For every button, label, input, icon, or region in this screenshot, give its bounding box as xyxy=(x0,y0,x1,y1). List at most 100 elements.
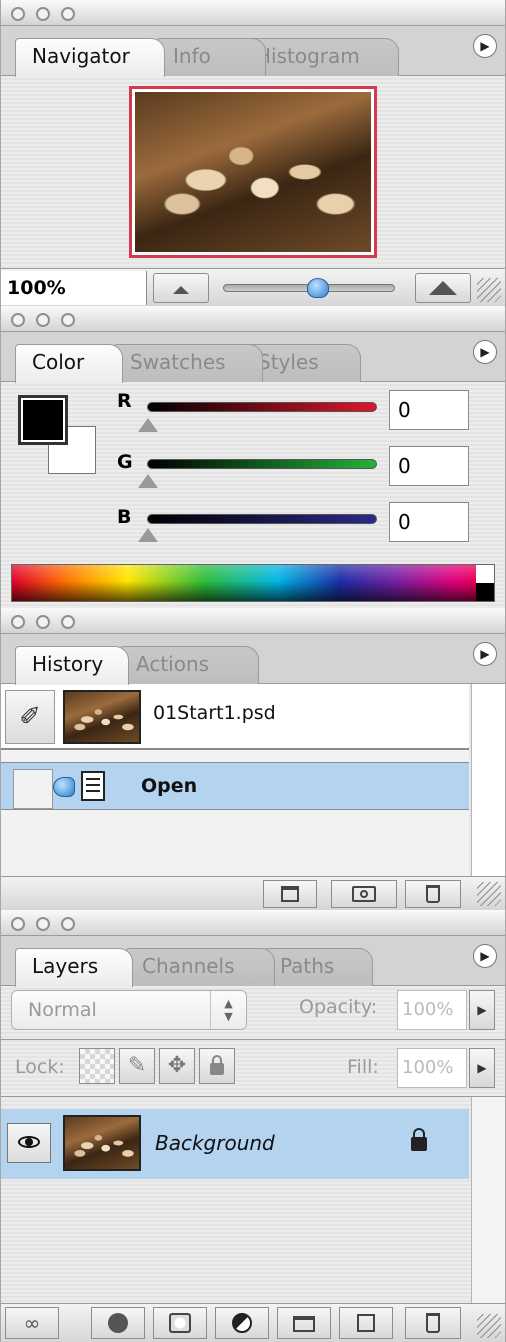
tab-layers[interactable]: Layers xyxy=(15,948,133,987)
new-document-icon xyxy=(281,886,299,902)
blue-slider-thumb[interactable] xyxy=(138,528,158,542)
snapshot-row[interactable]: ✐ 01Start1.psd xyxy=(1,684,469,750)
history-panel: Actions History ▶ ✐ 01Start1.psd Open xyxy=(0,608,506,910)
tab-color[interactable]: Color xyxy=(15,344,123,383)
trash-icon xyxy=(426,885,440,903)
camera-icon xyxy=(352,886,376,902)
zoom-window-button[interactable] xyxy=(61,313,75,327)
zoom-window-button[interactable] xyxy=(61,615,75,629)
tab-channels[interactable]: Channels xyxy=(125,948,275,986)
color-tab-bar: Styles Swatches Color xyxy=(1,332,505,383)
history-scrollbar[interactable] xyxy=(471,684,505,876)
navigator-tab-bar: Histogram Info Navigator xyxy=(1,26,505,77)
zoom-out-button[interactable] xyxy=(153,273,209,303)
snapshot-source-box[interactable]: ✐ xyxy=(5,690,55,744)
red-value-field[interactable]: 0 xyxy=(389,390,469,430)
lock-transparency-button[interactable] xyxy=(79,1048,115,1084)
add-mask-button[interactable] xyxy=(153,1307,207,1339)
opacity-field[interactable]: 100% xyxy=(397,990,467,1030)
red-slider[interactable] xyxy=(147,402,377,412)
history-state-row[interactable]: Open xyxy=(1,762,469,810)
resize-grip-icon[interactable] xyxy=(477,278,501,302)
fill-arrow-button[interactable]: ▶ xyxy=(469,1048,495,1088)
lock-position-button[interactable]: ✥ xyxy=(159,1048,195,1084)
blue-label: B xyxy=(117,506,132,528)
link-layers-button[interactable]: ∞ xyxy=(5,1307,59,1339)
tab-navigator[interactable]: Navigator xyxy=(15,38,165,77)
minimize-window-button[interactable] xyxy=(36,313,50,327)
tab-info[interactable]: Info xyxy=(156,38,266,76)
layers-list: Background xyxy=(1,1097,469,1303)
lock-label: Lock: xyxy=(15,1056,65,1078)
close-window-button[interactable] xyxy=(11,917,25,931)
green-slider-thumb[interactable] xyxy=(138,474,158,488)
tab-actions[interactable]: Actions xyxy=(119,646,259,684)
close-window-button[interactable] xyxy=(11,7,25,21)
spectrum-white-swatch[interactable] xyxy=(476,565,494,583)
tab-history[interactable]: History xyxy=(15,646,129,685)
navigator-zoom-bar: 100% xyxy=(1,268,505,306)
folder-icon xyxy=(293,1316,315,1332)
lock-image-button[interactable]: ✎ xyxy=(119,1048,155,1084)
close-window-button[interactable] xyxy=(11,615,25,629)
layers-titlebar[interactable] xyxy=(1,910,505,936)
tab-swatches[interactable]: Swatches xyxy=(113,344,263,382)
layer-style-icon xyxy=(108,1313,128,1333)
history-source-checkbox[interactable] xyxy=(13,769,53,809)
resize-grip-icon[interactable] xyxy=(477,882,501,906)
trash-icon xyxy=(426,1313,440,1333)
layers-scrollbar[interactable] xyxy=(471,1097,505,1303)
navigator-titlebar[interactable] xyxy=(1,0,505,26)
new-group-button[interactable] xyxy=(277,1307,331,1339)
minimize-window-button[interactable] xyxy=(36,615,50,629)
lock-all-button[interactable] xyxy=(199,1048,235,1084)
new-document-from-state-button[interactable] xyxy=(263,880,317,908)
new-adjustment-layer-button[interactable] xyxy=(215,1307,269,1339)
snapshot-name: 01Start1.psd xyxy=(153,702,276,724)
zoom-window-button[interactable] xyxy=(61,917,75,931)
move-icon: ✥ xyxy=(167,1053,187,1078)
panel-menu-button[interactable]: ▶ xyxy=(473,944,497,968)
spectrum-black-swatch[interactable] xyxy=(476,583,494,601)
delete-layer-button[interactable] xyxy=(405,1307,461,1339)
zoom-window-button[interactable] xyxy=(61,7,75,21)
tab-paths[interactable]: Paths xyxy=(263,948,373,986)
zoom-field[interactable]: 100% xyxy=(1,271,147,305)
color-spectrum-bar[interactable] xyxy=(11,564,495,602)
navigator-preview[interactable] xyxy=(129,86,377,258)
blue-value-field[interactable]: 0 xyxy=(389,502,469,542)
green-value-field[interactable]: 0 xyxy=(389,446,469,486)
layer-name[interactable]: Background xyxy=(155,1131,275,1155)
create-snapshot-button[interactable] xyxy=(331,880,397,908)
green-slider[interactable] xyxy=(147,459,377,469)
fill-field[interactable]: 100% xyxy=(397,1048,467,1088)
history-titlebar[interactable] xyxy=(1,608,505,634)
blend-mode-select[interactable]: Normal ▲ ▼ xyxy=(11,990,247,1030)
brush-icon: ✎ xyxy=(127,1053,147,1078)
panel-menu-button[interactable]: ▶ xyxy=(473,340,497,364)
panel-menu-button[interactable]: ▶ xyxy=(473,34,497,58)
snapshot-thumbnail xyxy=(63,690,141,744)
resize-grip-icon[interactable] xyxy=(477,1314,501,1338)
layers-panel: Paths Channels Layers ▶ Normal ▲ ▼ Opacit… xyxy=(0,910,506,1342)
zoom-slider-thumb[interactable] xyxy=(306,278,329,298)
blue-slider[interactable] xyxy=(147,514,377,524)
zoom-in-button[interactable] xyxy=(415,273,471,303)
new-layer-button[interactable] xyxy=(339,1307,393,1339)
delete-state-button[interactable] xyxy=(405,880,461,908)
layer-locked-icon xyxy=(411,1128,427,1151)
color-titlebar[interactable] xyxy=(1,306,505,332)
minimize-window-button[interactable] xyxy=(36,7,50,21)
red-slider-thumb[interactable] xyxy=(138,418,158,432)
layer-style-button[interactable] xyxy=(91,1307,145,1339)
foreground-color-swatch[interactable] xyxy=(18,395,68,445)
navigator-panel: Histogram Info Navigator ▶ 100% xyxy=(0,0,506,306)
minimize-window-button[interactable] xyxy=(36,917,50,931)
layer-visibility-toggle[interactable] xyxy=(7,1123,51,1163)
panel-menu-button[interactable]: ▶ xyxy=(473,642,497,666)
layer-row-background[interactable]: Background xyxy=(1,1109,469,1179)
close-window-button[interactable] xyxy=(11,313,25,327)
new-layer-icon xyxy=(357,1314,375,1332)
opacity-arrow-button[interactable]: ▶ xyxy=(469,990,495,1030)
layers-bottom-bar: ∞ xyxy=(1,1303,505,1342)
